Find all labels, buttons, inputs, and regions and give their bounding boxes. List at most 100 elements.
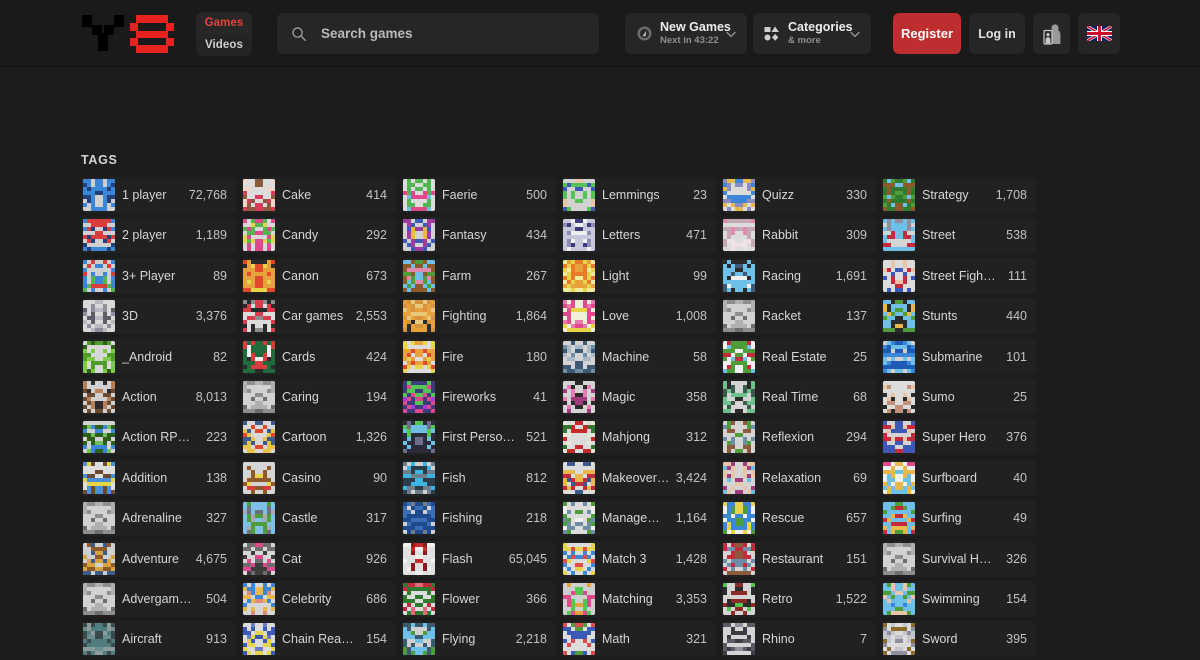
tag-tile[interactable]: Quizz 330 xyxy=(721,177,876,213)
tag-tile[interactable]: Aircraft 913 xyxy=(81,621,236,658)
tag-tile[interactable]: Real Time 68 xyxy=(721,378,876,415)
tag-count: 504 xyxy=(206,591,227,606)
tag-tile[interactable]: 3D 3,376 xyxy=(81,298,236,335)
tag-tile[interactable]: Mahjong 312 xyxy=(561,419,716,456)
tag-tile[interactable]: Cards 424 xyxy=(241,338,396,375)
tag-tile[interactable]: Racing 1,691 xyxy=(721,257,876,294)
tag-tile[interactable]: Caring 194 xyxy=(241,378,396,415)
tag-tile[interactable]: Survival H… 326 xyxy=(881,540,1036,577)
tag-tile[interactable]: Surfboard 40 xyxy=(881,459,1036,496)
mode-toggle[interactable]: Games Videos xyxy=(196,12,252,56)
tag-tile[interactable]: Fighting 1,864 xyxy=(401,298,556,335)
tag-tile[interactable]: Super Hero 376 xyxy=(881,419,1036,456)
tag-tile[interactable]: Castle 317 xyxy=(241,500,396,537)
tag-tile[interactable]: Canon 673 xyxy=(241,257,396,294)
tag-tile[interactable]: 2 player 1,189 xyxy=(81,217,236,254)
tag-label: 3D xyxy=(122,309,138,324)
tag-tile[interactable]: Restaurant 151 xyxy=(721,540,876,577)
tag-tile[interactable]: Fireworks 41 xyxy=(401,378,556,415)
tag-tile[interactable]: Action 8,013 xyxy=(81,378,236,415)
tag-tile[interactable]: Candy 292 xyxy=(241,217,396,254)
tag-label: Math xyxy=(602,632,630,647)
tag-tile[interactable]: Racket 137 xyxy=(721,298,876,335)
tag-tile[interactable]: Casino 90 xyxy=(241,459,396,496)
tag-tile[interactable]: Advergam… 504 xyxy=(81,580,236,617)
tab-videos[interactable]: Videos xyxy=(196,34,252,56)
tag-tile[interactable]: Farm 267 xyxy=(401,257,556,294)
tag-tile[interactable]: Sumo 25 xyxy=(881,378,1036,415)
tag-tile[interactable]: Street 538 xyxy=(881,217,1036,254)
categories-dropdown[interactable]: Categories & more xyxy=(753,13,871,54)
tag-tile[interactable]: First Perso… 521 xyxy=(401,419,556,456)
tag-tile[interactable]: Letters 471 xyxy=(561,217,716,254)
tag-tile[interactable]: Match 3 1,428 xyxy=(561,540,716,577)
tag-tile[interactable]: Reflexion 294 xyxy=(721,419,876,456)
tag-tile[interactable]: Flash 65,045 xyxy=(401,540,556,577)
site-logo[interactable] xyxy=(75,8,185,60)
tag-tile[interactable]: Car games 2,553 xyxy=(241,298,396,335)
tag-tile[interactable]: Relaxation 69 xyxy=(721,459,876,496)
tag-tile[interactable]: Swimming 154 xyxy=(881,580,1036,617)
tag-tile[interactable]: Addition 138 xyxy=(81,459,236,496)
tag-label: Fish xyxy=(442,470,466,485)
tag-tile[interactable]: 3+ Player 89 xyxy=(81,257,236,294)
tag-tile[interactable]: Rabbit 309 xyxy=(721,217,876,254)
fantasy-icon xyxy=(403,219,435,252)
avatar-button[interactable] xyxy=(1033,13,1070,54)
tag-tile[interactable]: Faerie 500 xyxy=(401,177,556,213)
tag-tile[interactable]: Flower 366 xyxy=(401,580,556,617)
tag-tile[interactable]: Love 1,008 xyxy=(561,298,716,335)
tag-label: Celebrity xyxy=(282,591,332,606)
new-games-dropdown[interactable]: New Games Next in 43:22 xyxy=(625,13,747,54)
tag-tile[interactable]: Celebrity 686 xyxy=(241,580,396,617)
tag-label: Swimming xyxy=(922,591,980,606)
tag-tile[interactable]: Cartoon 1,326 xyxy=(241,419,396,456)
tag-tile[interactable]: Rhino 7 xyxy=(721,621,876,658)
login-button[interactable]: Log in xyxy=(969,13,1025,54)
tag-tile[interactable]: Cake 414 xyxy=(241,177,396,213)
tag-tile[interactable]: _Android 82 xyxy=(81,338,236,375)
tag-tile[interactable]: Math 321 xyxy=(561,621,716,658)
tag-tile[interactable]: Real Estate 25 xyxy=(721,338,876,375)
tag-tile[interactable]: 1 player 72,768 xyxy=(81,177,236,213)
tag-tile[interactable]: Cat 926 xyxy=(241,540,396,577)
tag-tile[interactable]: Flying 2,218 xyxy=(401,621,556,658)
addition-icon xyxy=(83,461,115,494)
tag-tile[interactable]: Machine 58 xyxy=(561,338,716,375)
tag-tile[interactable]: Action RP… 223 xyxy=(81,419,236,456)
tag-tile[interactable]: Fishing 218 xyxy=(401,500,556,537)
tag-tile[interactable]: Makeover … 3,424 xyxy=(561,459,716,496)
tab-games[interactable]: Games xyxy=(196,12,252,34)
tag-tile[interactable]: Light 99 xyxy=(561,257,716,294)
tag-tile[interactable]: Adrenaline 327 xyxy=(81,500,236,537)
search-input[interactable]: Search games xyxy=(321,26,413,41)
tag-tile[interactable]: Strategy 1,708 xyxy=(881,177,1036,213)
tag-tile[interactable]: Fantasy 434 xyxy=(401,217,556,254)
tag-tile[interactable]: Chain Rea… 154 xyxy=(241,621,396,658)
tag-tile[interactable]: Rescue 657 xyxy=(721,500,876,537)
light-icon xyxy=(563,259,595,292)
tag-tile[interactable]: Sword 395 xyxy=(881,621,1036,658)
three-player-icon xyxy=(83,259,115,292)
language-button[interactable] xyxy=(1078,13,1120,54)
search-bar[interactable]: Search games xyxy=(277,13,599,54)
tag-tile[interactable]: Street Figh… 111 xyxy=(881,257,1036,294)
tag-count: 3,353 xyxy=(675,591,707,606)
tag-tile[interactable]: Matching 3,353 xyxy=(561,580,716,617)
tag-tile[interactable]: Stunts 440 xyxy=(881,298,1036,335)
tag-tile[interactable]: Retro 1,522 xyxy=(721,580,876,617)
tag-count: 521 xyxy=(526,430,547,445)
tag-label: Car games xyxy=(282,309,344,324)
register-button[interactable]: Register xyxy=(893,13,961,54)
tag-tile[interactable]: Managem… 1,164 xyxy=(561,500,716,537)
tag-label: Casino xyxy=(282,470,321,485)
management-icon xyxy=(563,502,595,535)
tag-tile[interactable]: Submarine 101 xyxy=(881,338,1036,375)
tag-tile[interactable]: Adventure 4,675 xyxy=(81,540,236,577)
tag-tile[interactable]: Surfing 49 xyxy=(881,500,1036,537)
tag-tile[interactable]: Fish 812 xyxy=(401,459,556,496)
tag-label: Adrenaline xyxy=(122,511,182,526)
tag-tile[interactable]: Magic 358 xyxy=(561,378,716,415)
tag-tile[interactable]: Lemmings 23 xyxy=(561,177,716,213)
tag-tile[interactable]: Fire 180 xyxy=(401,338,556,375)
